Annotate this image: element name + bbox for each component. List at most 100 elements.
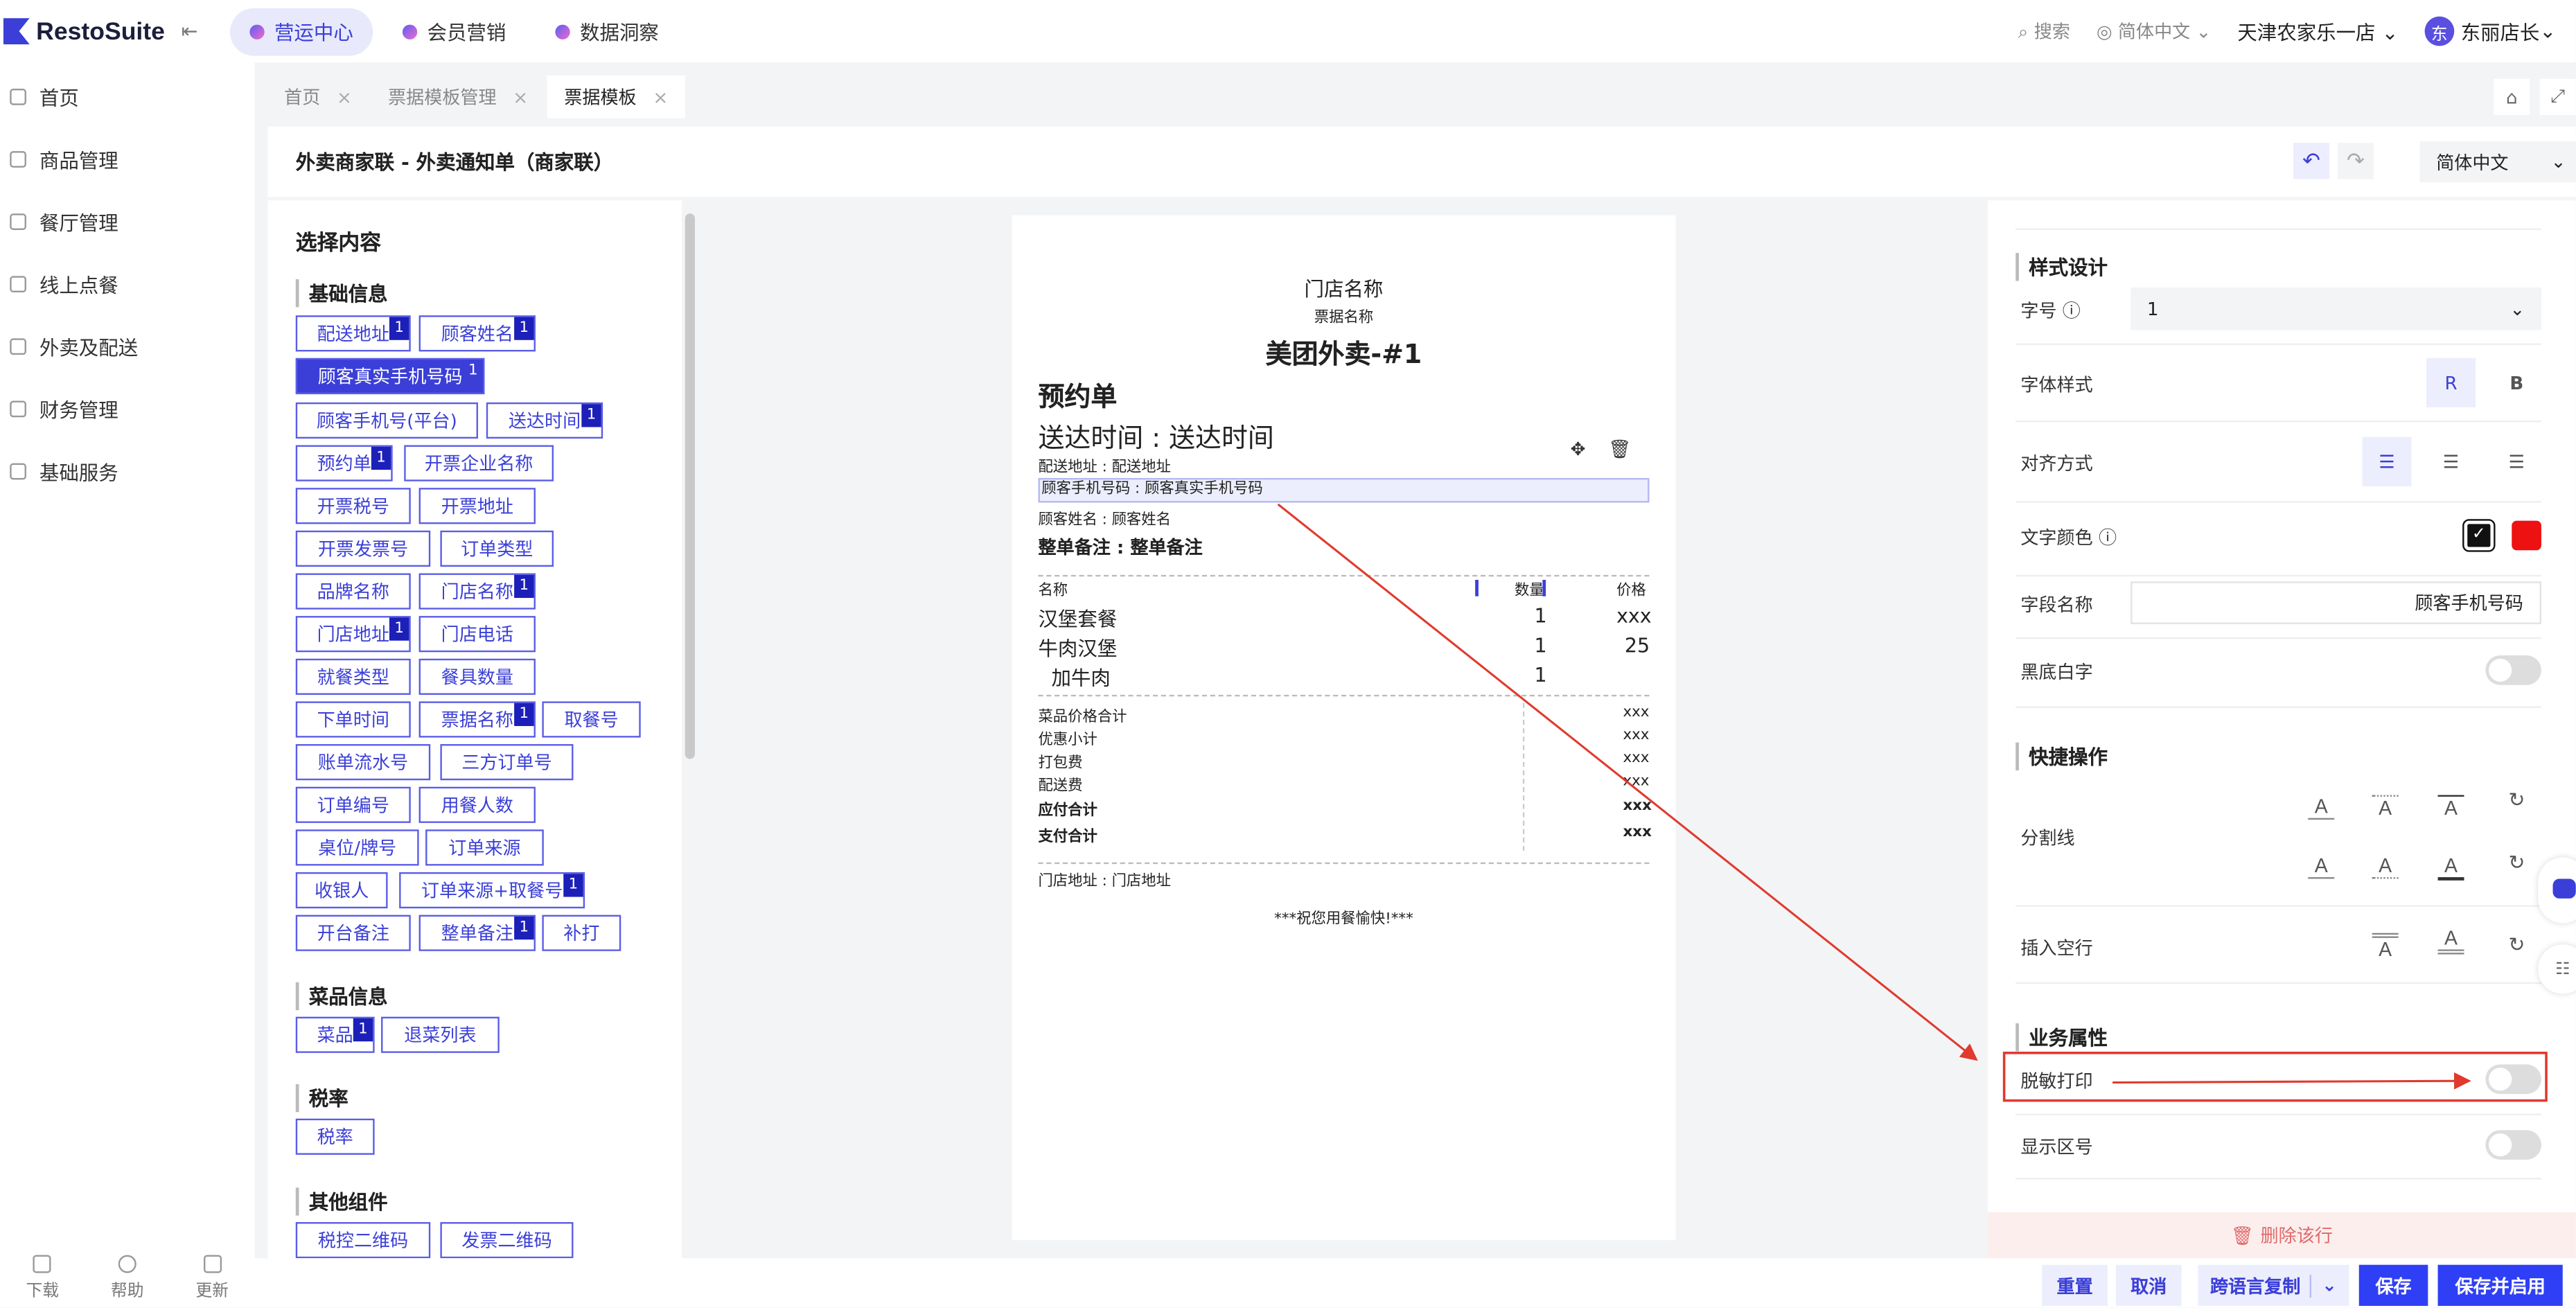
content-chip[interactable]: 菜品 1 (295, 1016, 375, 1053)
content-chip[interactable]: 送达时间 1 (486, 402, 603, 439)
total-value[interactable]: xxx (1623, 727, 1650, 744)
trash-icon[interactable]: 🗑 (1608, 439, 1631, 460)
cross-language-copy-button[interactable]: 跨语言复制 ⌄ (2198, 1264, 2349, 1306)
divider-dotted-below-icon[interactable]: A (2372, 854, 2399, 879)
tab-template[interactable]: 票据模板 × (547, 76, 685, 118)
reset-icon[interactable]: ↻ (2503, 933, 2530, 956)
align-right-icon[interactable]: ☰ (2492, 437, 2541, 486)
content-chip[interactable]: 预约单 1 (295, 445, 393, 481)
color-black-swatch[interactable]: ✓ (2462, 519, 2496, 552)
sidebar-item-delivery[interactable]: 外卖及配送 (0, 315, 255, 378)
total-label[interactable]: 菜品价格合计 (1038, 705, 1127, 726)
font-style-bold[interactable]: B (2492, 358, 2541, 407)
insert-blank-below-icon[interactable]: A (2437, 926, 2464, 955)
sidebar-item-online-order[interactable]: 线上点餐 (0, 253, 255, 315)
content-chip[interactable]: 订单编号 (295, 786, 411, 823)
content-chip[interactable]: 门店地址 1 (295, 616, 411, 653)
content-chip[interactable]: 整单备注 1 (418, 914, 536, 951)
total-label[interactable]: 应付合计 (1038, 798, 1097, 820)
divider-solid-below-icon[interactable]: A (2308, 795, 2335, 820)
tab-template-manage[interactable]: 票据模板管理 × (371, 76, 545, 118)
item-price[interactable]: xxx (1616, 605, 1652, 628)
content-chip[interactable]: 桌位/牌号 (295, 829, 419, 866)
cancel-button[interactable]: 取消 (2115, 1264, 2182, 1306)
item-qty[interactable]: 1 (1535, 664, 1547, 687)
area-code-toggle[interactable] (2485, 1130, 2541, 1160)
redo-icon[interactable]: ↷ (2337, 143, 2374, 179)
update-button[interactable]: 更新 (195, 1255, 229, 1301)
move-icon[interactable]: ✥ (1571, 439, 1586, 460)
insert-blank-above-icon[interactable]: A (2372, 933, 2399, 961)
content-chip[interactable]: 餐具数量 (418, 658, 536, 695)
store-switch[interactable]: 天津农家乐一店 ⌄ (2237, 17, 2398, 45)
total-label[interactable]: 打包费 (1038, 751, 1082, 772)
divider-below-icon[interactable]: A (2308, 854, 2335, 879)
total-label[interactable]: 优惠小计 (1038, 727, 1097, 749)
content-chip[interactable]: 门店名称 1 (418, 573, 536, 610)
sidebar-item-basic-service[interactable]: 基础服务 (0, 440, 255, 502)
content-chip[interactable]: 补打 (542, 914, 621, 951)
total-value[interactable]: xxx (1623, 798, 1652, 815)
item-name[interactable]: 加牛肉 (1051, 664, 1110, 691)
ai-assistant-button[interactable] (2538, 857, 2576, 923)
content-chip[interactable]: 配送地址 1 (295, 315, 411, 352)
receipt-reserve[interactable]: 预约单 (1038, 375, 1117, 414)
item-name[interactable]: 汉堡套餐 (1038, 605, 1117, 633)
menu-collapse-icon[interactable]: ⇤ (182, 19, 198, 42)
column-resize-handle[interactable] (1475, 579, 1479, 596)
delete-row-button[interactable]: 🗑 删除该行 (1987, 1212, 2576, 1259)
content-chip[interactable]: 退菜列表 (381, 1016, 500, 1053)
content-chip[interactable]: 三方订单号 (440, 744, 574, 781)
reset-icon[interactable]: ↻ (2503, 788, 2530, 811)
content-chip[interactable]: 票据名称 1 (418, 701, 536, 738)
content-chip[interactable]: 顾客手机号(平台) (295, 402, 478, 439)
total-value[interactable]: xxx (1623, 774, 1650, 790)
logo[interactable]: RestoSuite ⇤ (0, 17, 230, 45)
align-left-icon[interactable]: ☰ (2362, 436, 2412, 486)
receipt-remark[interactable]: 整单备注 : 整单备注 (1038, 534, 1202, 560)
total-value[interactable]: xxx (1623, 751, 1650, 768)
receipt-doc-name[interactable]: 票据名称 (1012, 306, 1676, 327)
info-icon[interactable]: ⓘ (2099, 527, 2117, 549)
close-icon[interactable]: × (337, 86, 352, 107)
color-red-swatch[interactable] (2512, 520, 2541, 551)
item-price[interactable]: 25 (1625, 634, 1650, 657)
item-name[interactable]: 牛肉汉堡 (1038, 634, 1117, 662)
content-chip[interactable]: 取餐号 (542, 701, 641, 738)
info-icon[interactable]: ⓘ (2063, 301, 2081, 322)
align-center-icon[interactable]: ☰ (2426, 437, 2476, 486)
receipt-address[interactable]: 配送地址 : 配送地址 (1038, 455, 1170, 477)
content-chip[interactable]: 门店电话 (418, 616, 536, 653)
invert-toggle[interactable] (2485, 655, 2541, 685)
divider-dotted-above-icon[interactable]: A (2372, 795, 2399, 820)
content-chip[interactable]: 订单类型 (440, 530, 554, 567)
field-name-input[interactable]: 顾客手机号码 (2131, 581, 2541, 624)
mask-print-toggle[interactable] (2485, 1064, 2541, 1095)
reset-icon[interactable]: ↻ (2503, 851, 2530, 874)
total-value[interactable]: xxx (1623, 705, 1650, 721)
item-qty[interactable]: 1 (1535, 634, 1547, 657)
fullscreen-icon[interactable]: ⤢ (2539, 78, 2576, 115)
content-chip[interactable]: 开票税号 (295, 488, 411, 524)
content-chip[interactable]: 顾客真实手机号码 1 (295, 357, 485, 395)
user-menu[interactable]: 东东丽店长 ⌄ (2424, 16, 2556, 46)
receipt-platform[interactable]: 美团外卖-#1 (1012, 332, 1676, 371)
total-value[interactable]: xxx (1623, 824, 1652, 841)
scroll-thumb[interactable] (685, 213, 695, 759)
content-chip[interactable]: 品牌名称 (295, 573, 411, 610)
receipt-customer[interactable]: 顾客姓名 : 顾客姓名 (1038, 508, 1170, 529)
search-button[interactable]: ⌕ 搜索 (2018, 18, 2070, 44)
lock-icon[interactable]: ⌂ (2494, 78, 2530, 115)
font-size-select[interactable]: 1 ⌄ (2131, 287, 2541, 330)
content-chip[interactable]: 开票地址 (418, 488, 536, 524)
receipt-store-name[interactable]: 门店名称 (1012, 274, 1676, 302)
receipt-store-address[interactable]: 门店地址 : 门店地址 (1038, 869, 1170, 890)
save-button[interactable]: 保存 (2358, 1264, 2428, 1306)
topnav-operations[interactable]: 营运中心 (229, 7, 373, 55)
content-chip[interactable]: 下单时间 (295, 701, 411, 738)
sidebar-item-products[interactable]: 商品管理 (0, 128, 255, 191)
content-chip[interactable]: 收银人 (295, 872, 388, 909)
column-resize-handle[interactable] (1542, 579, 1546, 596)
content-chip[interactable]: 税率 (295, 1118, 375, 1155)
divider-solid-above-icon[interactable]: A (2437, 795, 2464, 820)
